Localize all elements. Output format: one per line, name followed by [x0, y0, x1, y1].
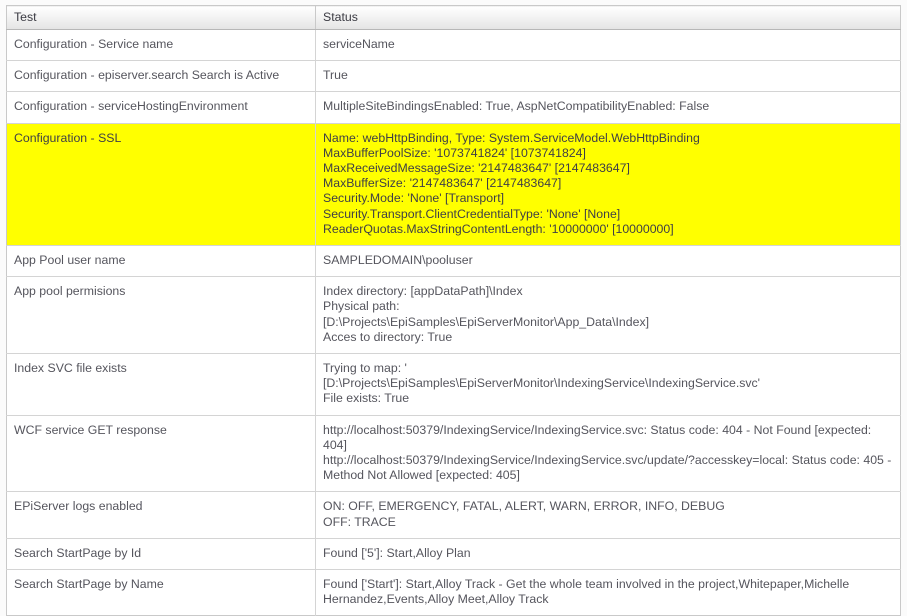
cell-test-name: EPiServer logs enabled	[6, 491, 316, 539]
table-row: Configuration - SSL Name: webHttpBinding,…	[6, 122, 901, 246]
table-row: WCF service GET response http://localhost…	[6, 414, 901, 492]
cell-test-name: Configuration - Service name	[6, 29, 316, 61]
cell-test-name: Search StartPage by Name	[6, 569, 316, 616]
cell-test-name: WCF service GET response	[6, 414, 316, 492]
cell-status-value: Found ['5']: Start,Alloy Plan	[315, 537, 901, 570]
cell-test-name: Index SVC file exists	[6, 353, 316, 416]
table-header: Test Status	[6, 5, 901, 30]
table-row: Configuration - serviceHostingEnvironmen…	[6, 91, 901, 124]
table-row: Configuration - Service name serviceName	[6, 29, 901, 61]
table-body: Configuration - Service name serviceName C…	[6, 29, 901, 616]
table-row: Index SVC file exists Trying to map: ' [D…	[6, 353, 901, 416]
page-container: Test Status Configuration - Service name…	[0, 0, 907, 616]
cell-status-value: SAMPLEDOMAIN\pooluser	[315, 245, 901, 277]
table-row: App Pool user name SAMPLEDOMAIN\pooluser	[6, 245, 901, 277]
cell-test-name: Configuration - episerver.search Search …	[6, 60, 316, 92]
diagnostics-results-table: Test Status Configuration - Service name…	[6, 5, 901, 616]
table-row: EPiServer logs enabled ON: OFF, EMERGENCY…	[6, 491, 901, 539]
cell-status-value: Name: webHttpBinding, Type: System.Servi…	[315, 122, 901, 246]
cell-status-value: ON: OFF, EMERGENCY, FATAL, ALERT, WARN, …	[315, 491, 901, 539]
column-header-test[interactable]: Test	[6, 5, 316, 30]
cell-test-name: App pool permisions	[6, 276, 316, 354]
column-header-status[interactable]: Status	[315, 5, 901, 30]
cell-test-name: Configuration - serviceHostingEnvironmen…	[6, 91, 316, 124]
cell-test-name: App Pool user name	[6, 245, 316, 277]
table-row: Search StartPage by Name Found ['Start']:…	[6, 569, 901, 616]
cell-status-value: Index directory: [appDataPath]\Index Phy…	[315, 276, 901, 354]
table-row: Search StartPage by Id Found ['5']: Start…	[6, 537, 901, 570]
table-header-row: Test Status	[6, 5, 901, 30]
cell-status-value: MultipleSiteBindingsEnabled: True, AspNe…	[315, 91, 901, 124]
cell-status-value: Trying to map: ' [D:\Projects\EpiSamples…	[315, 353, 901, 416]
cell-status-value: Found ['Start']: Start,Alloy Track - Get…	[315, 569, 901, 616]
cell-test-name: Search StartPage by Id	[6, 537, 316, 570]
cell-status-value: serviceName	[323, 37, 395, 51]
cell-status-value: http://localhost:50379/IndexingService/I…	[315, 414, 901, 492]
cell-status-value: True	[315, 60, 901, 92]
table-row: App pool permisions Index directory: [app…	[6, 276, 901, 354]
cell-test-name: Configuration - SSL	[6, 122, 316, 246]
table-row: Configuration - episerver.search Search …	[6, 60, 901, 92]
